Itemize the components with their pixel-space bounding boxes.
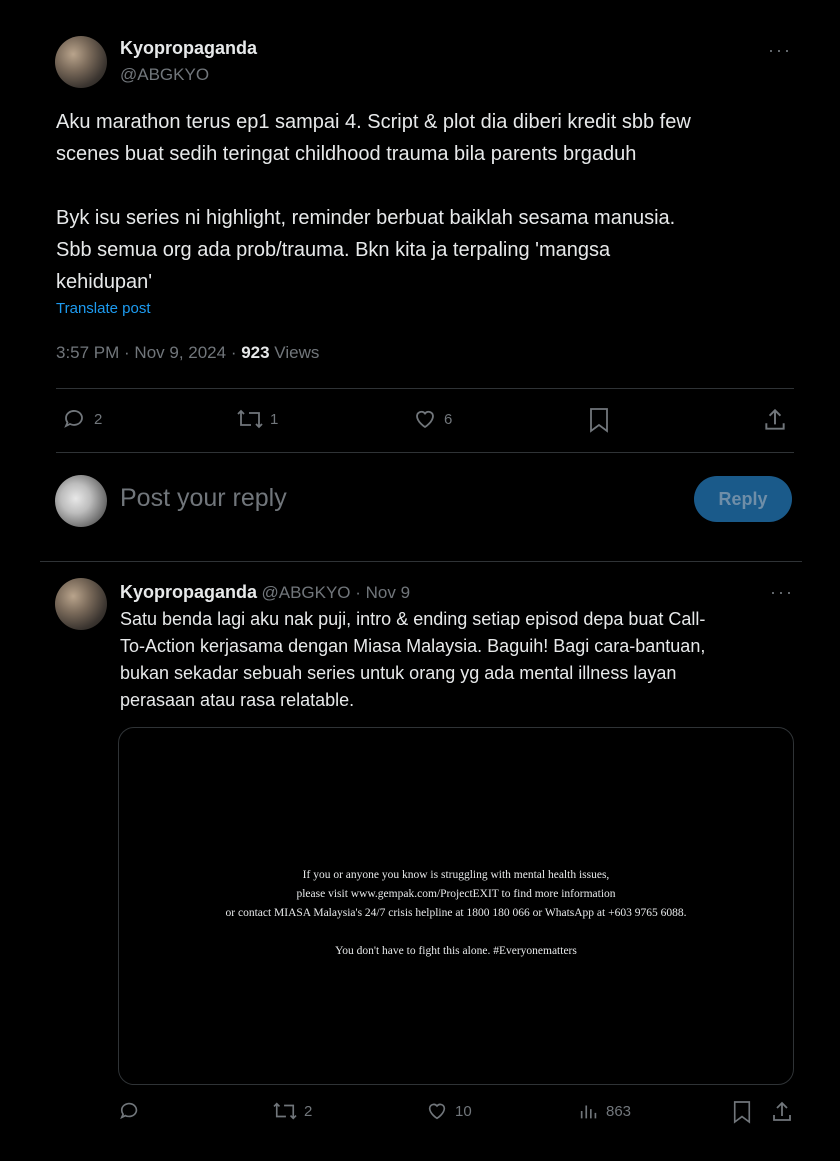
repost-count: 2 [304, 1102, 313, 1120]
author-name[interactable]: Kyopropaganda [120, 38, 257, 59]
views-label: Views [269, 343, 320, 362]
bookmark-icon [733, 1101, 751, 1124]
divider [40, 561, 802, 562]
reply-author-handle[interactable]: @ABGKYO [261, 583, 350, 602]
reply-media[interactable]: If you or anyone you know is struggling … [118, 727, 794, 1085]
repost-count: 1 [270, 410, 279, 428]
more-horizontal-icon[interactable]: ··· [768, 40, 792, 61]
bookmark-icon [590, 408, 608, 433]
reply-icon [120, 1102, 138, 1120]
media-caption: If you or anyone you know is struggling … [225, 869, 687, 957]
reply-count: 2 [94, 410, 103, 428]
like-action[interactable]: 6 [412, 407, 452, 431]
repost-icon [273, 1102, 297, 1120]
reply-action[interactable]: 2 [62, 407, 102, 431]
reply-author-avatar[interactable] [55, 578, 107, 630]
post-text: Aku marathon terus ep1 sampai 4. Script … [56, 111, 691, 293]
heart-icon [416, 410, 434, 429]
translate-post-link[interactable]: Translate post [56, 300, 151, 317]
like-count: 6 [444, 410, 453, 428]
author-avatar[interactable] [55, 36, 107, 88]
divider [56, 452, 794, 453]
reply-button[interactable]: Reply [694, 476, 792, 522]
views-icon [580, 1105, 597, 1119]
reply-author-name[interactable]: Kyopropaganda [120, 582, 257, 602]
reply-text: Satu benda lagi aku nak puji, intro & en… [120, 609, 706, 710]
author-handle[interactable]: @ABGKYO [120, 65, 209, 85]
reply-icon [64, 410, 83, 428]
user-avatar[interactable] [55, 475, 107, 527]
like-count: 10 [455, 1102, 472, 1120]
views-count: 863 [606, 1102, 632, 1120]
share-icon [773, 1101, 791, 1121]
more-horizontal-icon[interactable]: ··· [770, 582, 794, 603]
post-timestamp[interactable]: 3:57 PM · Nov 9, 2024 · [56, 343, 241, 362]
divider [56, 388, 794, 389]
share-icon [765, 408, 785, 430]
reply-action[interactable] [118, 1100, 148, 1122]
repost-action[interactable]: 1 [236, 407, 278, 431]
share-action[interactable] [770, 1100, 794, 1124]
views-count: 923 [241, 343, 270, 362]
reply-date[interactable]: · Nov 9 [351, 583, 410, 602]
views-action[interactable]: 863 [578, 1100, 631, 1122]
repost-action[interactable]: 2 [272, 1100, 312, 1122]
bookmark-action[interactable] [588, 407, 610, 433]
post-meta: 3:57 PM · Nov 9, 2024 · 923 Views [56, 343, 319, 363]
repost-icon [237, 409, 263, 429]
share-action[interactable] [762, 407, 788, 433]
reply-header: Kyopropaganda @ABGKYO · Nov 9 [120, 582, 410, 603]
like-action[interactable]: 10 [425, 1100, 472, 1122]
heart-icon [428, 1103, 446, 1120]
reply-input[interactable]: Post your reply [120, 484, 660, 513]
bookmark-action[interactable] [732, 1100, 752, 1124]
